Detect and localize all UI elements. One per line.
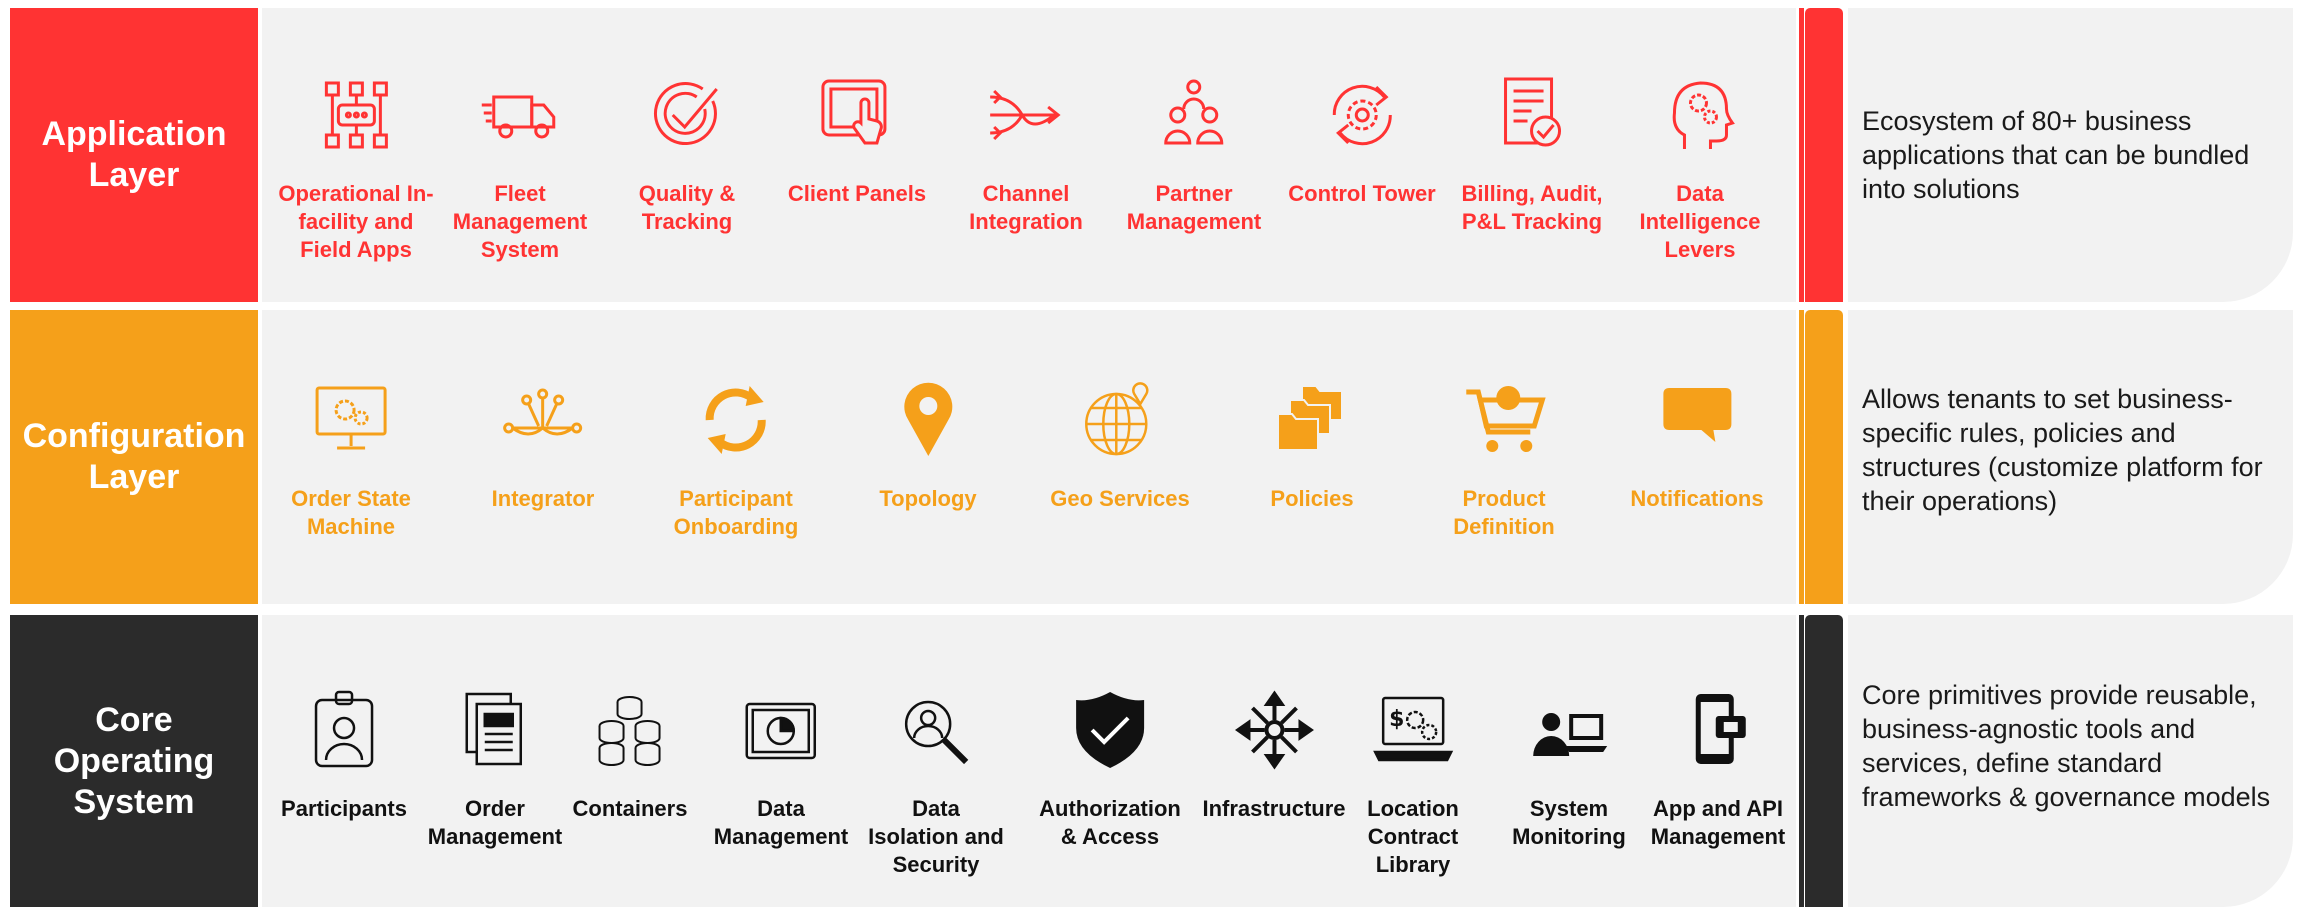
configuration-divider	[1799, 310, 1804, 604]
item-label: Data Isolation and Security	[868, 796, 1004, 877]
application-item-partner-management: Partner Management	[1127, 70, 1261, 236]
monitor-gears-icon	[306, 375, 396, 465]
item-label: Integrator	[491, 486, 595, 511]
laptop-gears-icon: $	[1368, 685, 1458, 775]
core-accent-bar	[1805, 615, 1843, 907]
application-item-billing-audit: Billing, Audit, P&L Tracking	[1461, 70, 1603, 236]
core-description: Core primitives provide reusable, busine…	[1862, 680, 2271, 812]
configuration-item-integrator: Integrator	[491, 375, 595, 513]
phone-card-icon	[1673, 685, 1763, 775]
item-label: Product Definition	[1453, 486, 1555, 539]
application-description: Ecosystem of 80+ business applications t…	[1862, 106, 2250, 204]
item-label: Control Tower	[1288, 181, 1436, 206]
merge-arrows-icon	[981, 70, 1071, 160]
item-label: Quality & Tracking	[638, 181, 736, 234]
gear-cycle-icon	[1317, 70, 1407, 160]
configuration-layer-label: Configuration Layer	[10, 310, 258, 604]
integration-hub-icon	[498, 375, 588, 465]
item-label: Operational In- facility and Field Apps	[278, 181, 434, 262]
item-label: Partner Management	[1126, 181, 1262, 234]
item-label: Participants	[281, 796, 407, 821]
truck-icon	[475, 70, 565, 160]
item-label: Order Management	[427, 796, 563, 849]
id-badge-icon	[299, 685, 389, 775]
item-label: Fleet Management System	[452, 181, 588, 262]
head-gears-icon	[1655, 70, 1745, 160]
checkmark-badge-icon	[642, 70, 732, 160]
item-label: Participant Onboarding	[673, 486, 799, 539]
configuration-accent-bar	[1805, 310, 1843, 604]
item-label: Containers	[572, 796, 688, 821]
core-item-authorization-access: Authorization & Access	[1039, 685, 1181, 851]
document-check-icon	[1487, 70, 1577, 160]
user-magnifier-icon	[891, 685, 981, 775]
item-label: Topology	[879, 486, 977, 511]
item-label: Geo Services	[1050, 486, 1190, 511]
configuration-layer-row: Configuration Layer Order State Machine	[10, 310, 2293, 604]
person-computer-icon	[1524, 685, 1614, 775]
item-label: Data Management	[713, 796, 849, 849]
application-layer-row: Application Layer Operational In- facili…	[10, 8, 2293, 302]
core-item-app-api-management: App and API Management	[1651, 685, 1785, 851]
application-accent-bar	[1805, 8, 1843, 302]
refresh-cycle-icon	[691, 375, 781, 465]
application-item-quality-tracking: Quality & Tracking	[638, 70, 736, 236]
configuration-item-notifications: Notifications	[1630, 375, 1764, 513]
core-item-infrastructure: Infrastructure	[1202, 685, 1346, 823]
item-label: System Monitoring	[1512, 796, 1626, 849]
expand-arrows-icon	[1229, 685, 1319, 775]
configuration-item-policies: Policies	[1267, 375, 1357, 513]
configuration-item-geo-services: Geo Services	[1050, 375, 1190, 513]
item-label: Billing, Audit, P&L Tracking	[1461, 181, 1603, 234]
core-item-system-monitoring: System Monitoring	[1512, 685, 1626, 851]
architecture-stack: Application Layer Operational In- facili…	[0, 0, 2303, 907]
configuration-item-participant-onboarding: Participant Onboarding	[673, 375, 799, 541]
svg-text:$: $	[1389, 707, 1404, 732]
item-label: Client Panels	[787, 181, 927, 206]
pie-tablet-icon	[736, 685, 826, 775]
application-layer-label: Application Layer	[10, 8, 258, 302]
globe-pin-icon	[1075, 375, 1165, 465]
chat-bubble-icon	[1652, 375, 1742, 465]
core-item-participants: Participants	[281, 685, 407, 823]
configuration-item-topology: Topology	[879, 375, 977, 513]
database-stack-icon	[585, 685, 675, 775]
item-label: Channel Integration	[969, 181, 1083, 234]
network-nodes-icon	[311, 70, 401, 160]
item-label: Order State Machine	[291, 486, 411, 539]
application-divider	[1799, 8, 1804, 302]
core-item-location-contract-library: $ Location Contract Library	[1367, 685, 1459, 879]
core-os-label: Core Operating System	[10, 615, 258, 907]
item-label: Data Intelligence Levers	[1639, 181, 1761, 262]
application-item-data-intelligence: Data Intelligence Levers	[1639, 70, 1761, 264]
core-divider	[1799, 615, 1804, 907]
shield-check-icon	[1065, 685, 1155, 775]
core-item-data-management: Data Management	[714, 685, 848, 851]
item-label: Notifications	[1630, 486, 1764, 511]
shopping-cart-icon	[1459, 375, 1549, 465]
item-label: Infrastructure	[1202, 796, 1346, 821]
touch-tablet-icon	[812, 70, 902, 160]
item-label: Authorization & Access	[1039, 796, 1181, 849]
configuration-description: Allows tenants to set business-specific …	[1862, 384, 2263, 516]
application-item-control-tower: Control Tower	[1288, 70, 1436, 208]
core-item-order-management: Order Management	[428, 685, 562, 851]
folders-icon	[1267, 375, 1357, 465]
documents-icon	[450, 685, 540, 775]
configuration-item-order-state-machine: Order State Machine	[291, 375, 411, 541]
item-label: App and API Management	[1650, 796, 1786, 849]
item-label: Policies	[1270, 486, 1354, 511]
configuration-item-product-definition: Product Definition	[1453, 375, 1555, 541]
core-os-row: Core Operating System Participants Order…	[10, 615, 2293, 907]
application-item-operational-apps: Operational In- facility and Field Apps	[278, 70, 434, 264]
core-item-data-isolation-security: Data Isolation and Security	[868, 685, 1004, 879]
application-item-client-panels: Client Panels	[788, 70, 926, 208]
application-item-channel-integration: Channel Integration	[969, 70, 1083, 236]
item-label: Location Contract Library	[1367, 796, 1459, 877]
application-item-fleet-management: Fleet Management System	[453, 70, 587, 264]
core-item-containers: Containers	[572, 685, 688, 823]
people-group-icon	[1149, 70, 1239, 160]
map-pin-icon	[883, 375, 973, 465]
